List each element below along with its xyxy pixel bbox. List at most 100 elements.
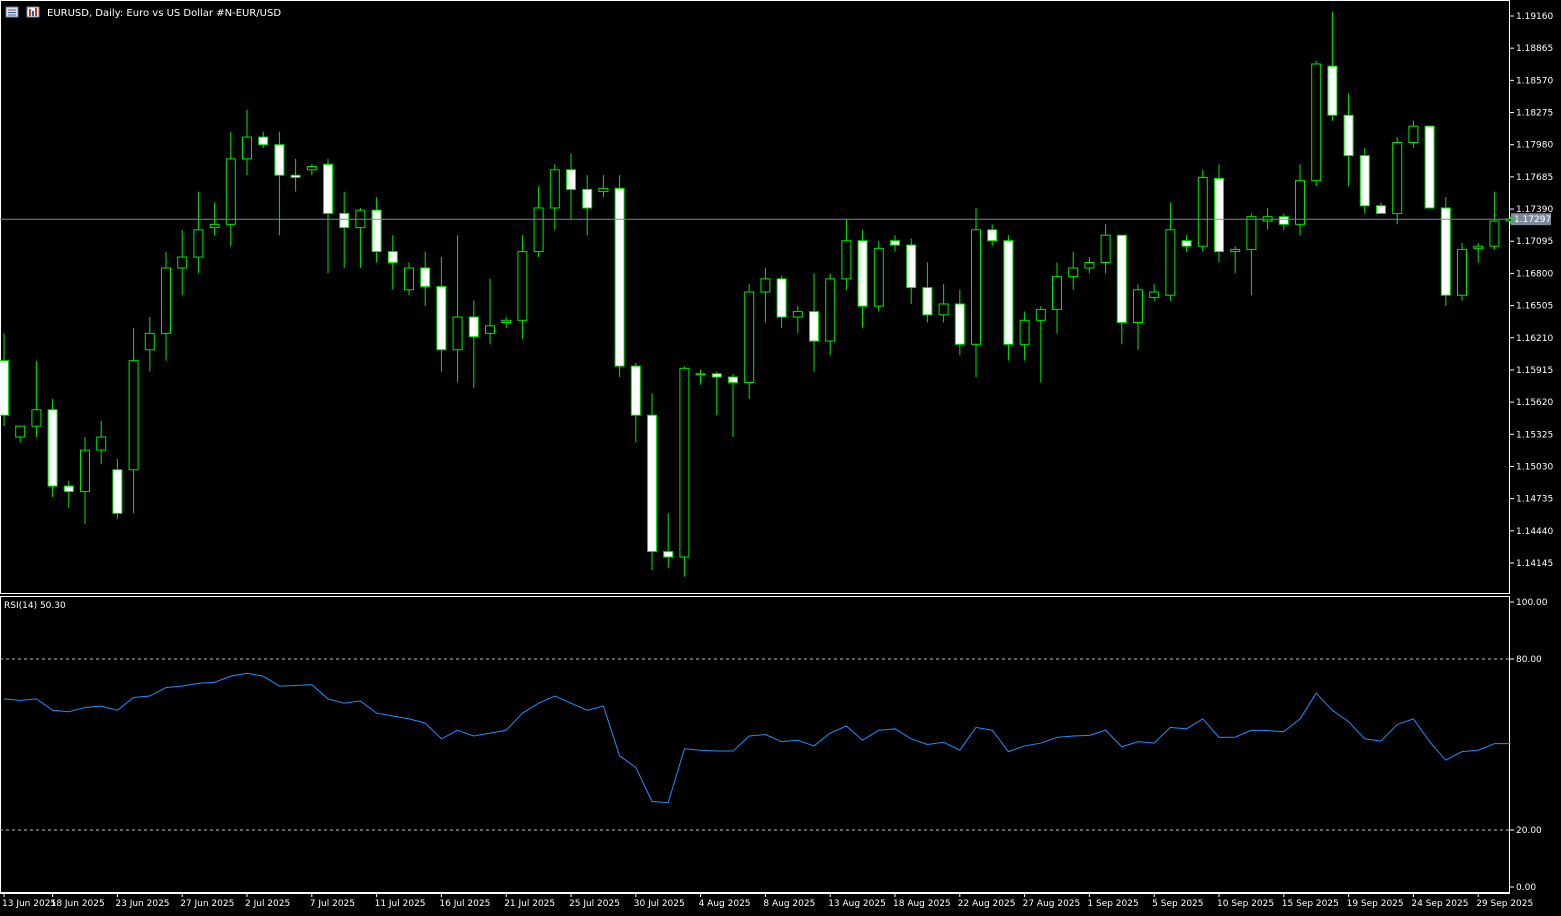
candle[interactable] [1408, 120, 1419, 148]
candle[interactable] [1068, 251, 1079, 290]
candle[interactable] [1100, 224, 1111, 274]
candle[interactable] [1246, 213, 1257, 296]
candle[interactable] [825, 273, 836, 356]
candle[interactable] [177, 229, 188, 296]
candle[interactable] [420, 251, 431, 307]
candle[interactable] [954, 289, 965, 356]
candle[interactable] [987, 224, 998, 247]
candle[interactable] [1019, 311, 1030, 361]
candle[interactable] [31, 360, 42, 438]
candle[interactable] [630, 362, 641, 443]
candle[interactable] [47, 398, 58, 498]
candle[interactable] [566, 153, 576, 219]
candle[interactable] [873, 240, 884, 312]
candle[interactable] [242, 109, 252, 176]
candle[interactable] [1149, 284, 1160, 301]
candle[interactable] [760, 267, 771, 323]
candle[interactable] [598, 175, 609, 198]
candle[interactable] [387, 235, 398, 290]
candle[interactable] [1343, 93, 1354, 187]
candle[interactable] [971, 207, 981, 378]
candle[interactable] [63, 480, 74, 508]
candle[interactable] [841, 218, 852, 290]
candle-body-bear [1424, 125, 1435, 209]
candle[interactable] [501, 317, 512, 328]
candle[interactable] [1035, 306, 1046, 383]
candle[interactable] [306, 164, 317, 176]
candle[interactable] [128, 327, 139, 514]
chart-canvas[interactable]: EURUSD, Daily: Euro vs US Dollar #N-EUR/… [0, 0, 1561, 912]
time-tick-label: 10 Sep 2025 [1217, 899, 1274, 909]
candle[interactable] [1376, 202, 1386, 214]
candle[interactable] [809, 273, 819, 372]
candle[interactable] [404, 262, 414, 296]
candle[interactable] [1327, 11, 1338, 121]
candle[interactable] [323, 158, 333, 274]
candle[interactable] [1311, 60, 1322, 187]
candle[interactable] [1440, 197, 1451, 307]
candle[interactable] [468, 300, 479, 388]
candle[interactable] [1230, 246, 1241, 274]
candle[interactable] [452, 235, 463, 383]
candle[interactable] [1133, 284, 1143, 350]
candle[interactable] [161, 251, 171, 361]
candle[interactable] [744, 284, 755, 399]
candle[interactable] [1424, 125, 1435, 209]
candle[interactable] [1392, 137, 1403, 225]
candle[interactable] [112, 458, 123, 519]
candle[interactable] [1165, 202, 1176, 301]
candle[interactable] [436, 257, 447, 372]
candle[interactable] [1052, 262, 1062, 334]
candle[interactable] [938, 284, 949, 323]
candle[interactable] [1197, 169, 1208, 252]
candle[interactable] [792, 306, 803, 334]
candle[interactable] [549, 164, 560, 230]
candle[interactable] [663, 513, 674, 568]
candle[interactable] [647, 393, 657, 571]
candle[interactable] [695, 369, 706, 385]
candle[interactable] [1003, 235, 1014, 361]
candle-body-bear [0, 360, 9, 416]
candle[interactable] [355, 207, 366, 268]
candle[interactable] [193, 191, 204, 274]
candle[interactable] [258, 131, 269, 148]
candle[interactable] [922, 262, 933, 323]
candle[interactable] [890, 235, 900, 252]
candle[interactable] [1489, 191, 1500, 250]
candle[interactable] [339, 191, 350, 268]
chart-header: EURUSD, Daily: Euro vs US Dollar #N-EUR/… [5, 6, 281, 19]
candle[interactable] [1278, 213, 1289, 230]
candle[interactable] [0, 333, 9, 427]
candle-body-bull [1133, 289, 1143, 323]
candle[interactable] [1473, 242, 1484, 263]
candle[interactable] [144, 317, 155, 372]
candle[interactable] [80, 437, 90, 525]
candle[interactable] [15, 425, 26, 443]
candle[interactable] [906, 238, 917, 304]
candle[interactable] [1181, 235, 1192, 252]
candle[interactable] [225, 131, 236, 247]
candle[interactable] [728, 373, 738, 438]
list-icon[interactable] [5, 6, 19, 18]
candle-body-bear [663, 551, 674, 558]
candle[interactable] [711, 371, 722, 416]
candle[interactable] [1295, 164, 1305, 236]
candle[interactable] [857, 229, 868, 328]
candle[interactable] [533, 186, 544, 258]
candle[interactable] [776, 275, 787, 328]
candle[interactable] [1457, 242, 1467, 301]
candle[interactable] [517, 235, 528, 339]
candle[interactable] [96, 420, 107, 465]
candle[interactable] [371, 197, 382, 263]
candle[interactable] [679, 366, 690, 577]
candle[interactable] [1116, 234, 1127, 345]
candle[interactable] [582, 175, 593, 236]
candle-body-bear [906, 244, 917, 289]
candle[interactable] [1214, 164, 1224, 263]
candle[interactable] [1084, 257, 1095, 274]
candle[interactable] [614, 175, 625, 378]
candle[interactable] [1359, 147, 1370, 214]
candle[interactable] [485, 278, 495, 345]
chart-icon[interactable] [26, 6, 40, 18]
candle[interactable] [290, 158, 301, 192]
